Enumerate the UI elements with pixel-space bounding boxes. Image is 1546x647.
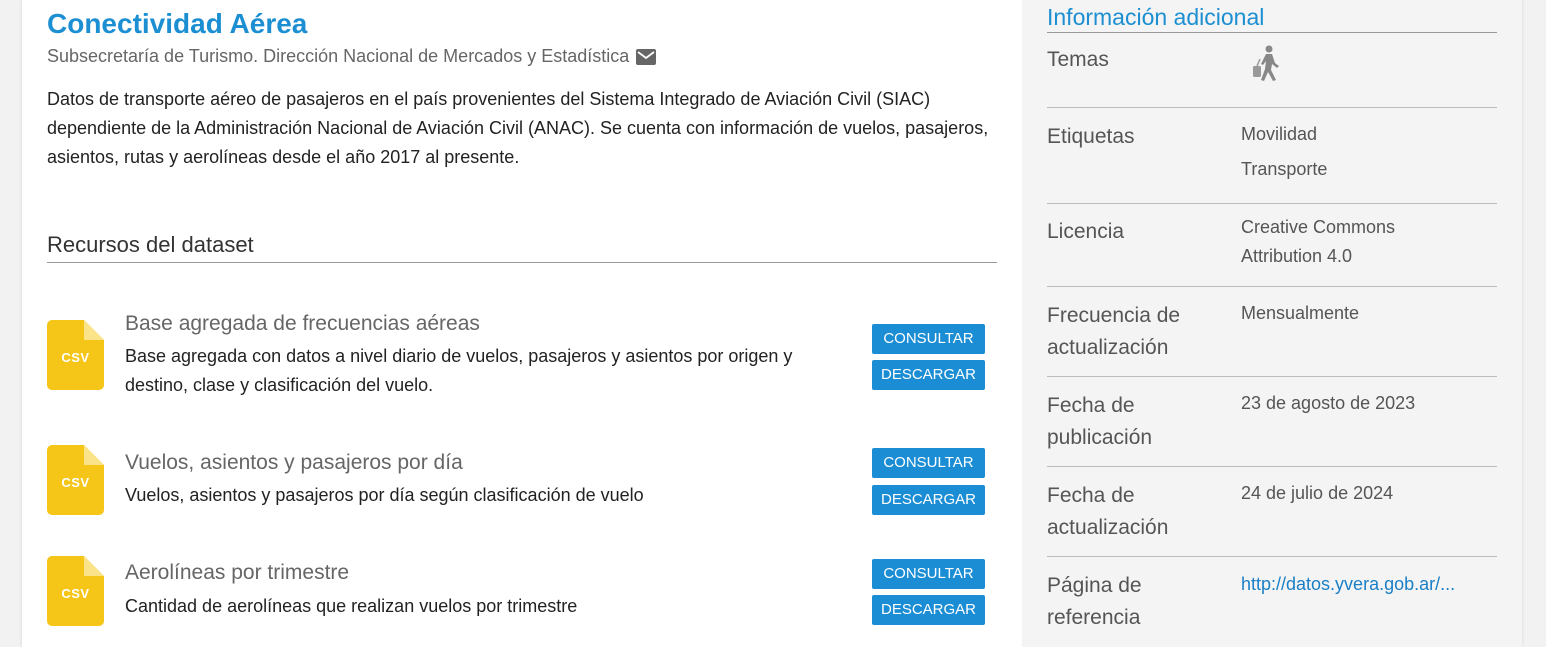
csv-file-icon: CSV: [47, 445, 104, 515]
reference-value: http://datos.yvera.gob.ar/...: [1241, 567, 1499, 602]
reference-label-line: Página de: [1047, 574, 1142, 597]
traveler-with-suitcase-icon[interactable]: [1250, 45, 1284, 86]
mail-icon[interactable]: [636, 48, 657, 65]
updated-value: 24 de julio de 2024: [1241, 483, 1394, 503]
resource-title[interactable]: Vuelos, asientos y pasajeros por día: [125, 451, 463, 475]
dataset-title: Conectividad Aérea: [47, 8, 308, 39]
reference-label-line: referencia: [1047, 606, 1141, 629]
resources-section-title: Recursos del dataset: [47, 232, 997, 263]
updated-row: Fecha de actualización 24 de julio de 20…: [1047, 467, 1497, 557]
license-line: Attribution 4.0: [1241, 246, 1353, 266]
frequency-label-line: actualización: [1047, 336, 1169, 359]
tags-value: Movilidad Transporte: [1241, 117, 1499, 187]
tags-row: Etiquetas Movilidad Transporte: [1047, 108, 1497, 204]
resource-description: Vuelos, asientos y pasajeros por día seg…: [125, 485, 644, 505]
license-value: Creative Commons Attribution 4.0: [1241, 213, 1499, 271]
csv-file-icon: CSV: [47, 320, 104, 390]
source-text: Subsecretaría de Turismo. Dirección Naci…: [47, 46, 630, 66]
csv-format-label: CSV: [61, 350, 90, 365]
download-button[interactable]: DESCARGAR: [872, 360, 985, 390]
download-button[interactable]: DESCARGAR: [872, 595, 985, 625]
published-label-line: Fecha de: [1047, 394, 1135, 417]
csv-format-label: CSV: [61, 586, 90, 601]
updated-label-line: actualización: [1047, 516, 1169, 539]
published-row: Fecha de publicación 23 de agosto de 202…: [1047, 377, 1497, 467]
license-label: Licencia: [1047, 220, 1125, 243]
updated-label-line: Fecha de: [1047, 484, 1135, 507]
published-value: 23 de agosto de 2023: [1241, 393, 1416, 413]
frequency-row: Frecuencia de actualización Mensualmente: [1047, 287, 1497, 377]
frequency-value: Mensualmente: [1241, 303, 1360, 323]
page-container: Conectividad Aérea Subsecretaría de Turi…: [22, 0, 1522, 647]
tags-label: Etiquetas: [1047, 125, 1135, 148]
additional-info-sidebar: Información adicional Temas Etiquetas Mo…: [1022, 0, 1522, 647]
download-button[interactable]: DESCARGAR: [872, 485, 985, 515]
resource-description: Base agregada con datos a nivel diario d…: [125, 346, 793, 395]
resource-description: Cantidad de aerolíneas que realizan vuel…: [125, 596, 578, 616]
csv-file-icon: CSV: [47, 556, 104, 626]
published-label: Fecha de publicación: [1047, 390, 1227, 454]
sidebar-title: Información adicional: [1047, 4, 1497, 33]
tag-item[interactable]: Transporte: [1241, 152, 1499, 187]
dataset-description: Datos de transporte aéreo de pasajeros e…: [47, 89, 989, 167]
frequency-label: Frecuencia de actualización: [1047, 300, 1227, 364]
dataset-source: Subsecretaría de Turismo. Dirección Naci…: [47, 46, 657, 67]
reference-row: Página de referencia http://datos.yvera.…: [1047, 557, 1497, 647]
license-line: Creative Commons: [1241, 217, 1396, 237]
csv-format-label: CSV: [61, 475, 90, 490]
topics-label: Temas: [1047, 48, 1109, 71]
consult-button[interactable]: CONSULTAR: [872, 559, 985, 589]
reference-link[interactable]: http://datos.yvera.gob.ar/...: [1241, 567, 1497, 602]
published-label-line: publicación: [1047, 426, 1153, 449]
updated-label: Fecha de actualización: [1047, 480, 1227, 544]
license-row: Licencia Creative Commons Attribution 4.…: [1047, 204, 1497, 287]
topics-row: Temas: [1047, 31, 1497, 108]
consult-button[interactable]: CONSULTAR: [872, 324, 985, 354]
resource-title[interactable]: Aerolíneas por trimestre: [125, 561, 349, 585]
reference-label: Página de referencia: [1047, 570, 1227, 634]
consult-button[interactable]: CONSULTAR: [872, 448, 985, 478]
frequency-label-line: Frecuencia de: [1047, 304, 1181, 327]
resource-title[interactable]: Base agregada de frecuencias aéreas: [125, 312, 480, 336]
tag-item[interactable]: Movilidad: [1241, 117, 1499, 152]
